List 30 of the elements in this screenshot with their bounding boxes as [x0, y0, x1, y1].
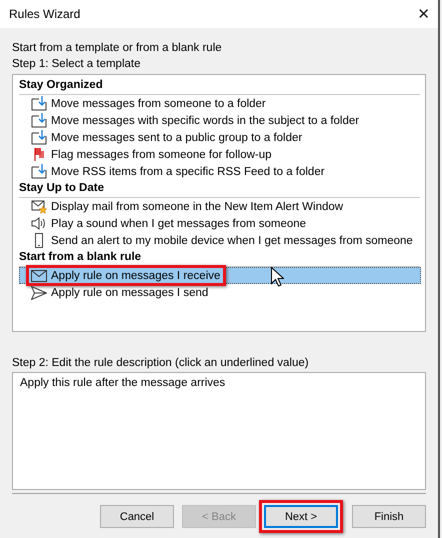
- template-item[interactable]: Flag messages from someone for follow-up: [19, 146, 421, 163]
- group-heading: Stay Organized: [19, 77, 420, 95]
- folder-arrow-icon: [31, 113, 47, 128]
- template-item[interactable]: Play a sound when I get messages from someone: [19, 215, 421, 232]
- folder-arrow-icon: [31, 96, 47, 111]
- speaker-icon: [31, 216, 47, 231]
- template-item[interactable]: Move messages with specific words in the subject to a folder: [19, 112, 421, 129]
- folder-arrow-icon: [31, 164, 47, 179]
- template-item[interactable]: Move messages from someone to a folder: [19, 95, 421, 112]
- step-label: Step 1: Select a template: [12, 57, 142, 72]
- template-item[interactable]: Send an alert to my mobile device when I get messages from someone: [19, 232, 421, 249]
- description-box: Apply this rule after the message arrives: [12, 372, 426, 490]
- paper-plane-icon: [31, 286, 47, 300]
- template-item[interactable]: Move messages sent to a public group to a folder: [19, 129, 421, 146]
- dialog-button[interactable]: Next >: [264, 505, 338, 528]
- template-item[interactable]: Apply rule on messages I receive: [19, 267, 421, 284]
- template-item[interactable]: Display mail from someone in the New Item Alert Window: [19, 198, 421, 215]
- close-icon[interactable]: ✕: [417, 5, 430, 23]
- intro-text: Start from a template or from a blank rule: [12, 41, 223, 56]
- window-title: Rules Wizard: [9, 7, 80, 21]
- dialog-button[interactable]: Cancel: [100, 505, 174, 528]
- dialog-button[interactable]: Finish: [352, 505, 426, 528]
- envelope-star-icon: [31, 199, 47, 214]
- cursor-icon: [271, 267, 284, 287]
- group-heading: Stay Up to Date: [19, 180, 420, 198]
- folder-arrow-icon: [31, 130, 47, 145]
- envelope-icon: [31, 270, 47, 282]
- step-label: Step 2: Edit the rule description (click an underlined value): [12, 356, 310, 371]
- template-item[interactable]: Move RSS items from a specific RSS Feed to a folder: [19, 163, 421, 180]
- template-item[interactable]: Apply rule on messages I send: [19, 284, 421, 301]
